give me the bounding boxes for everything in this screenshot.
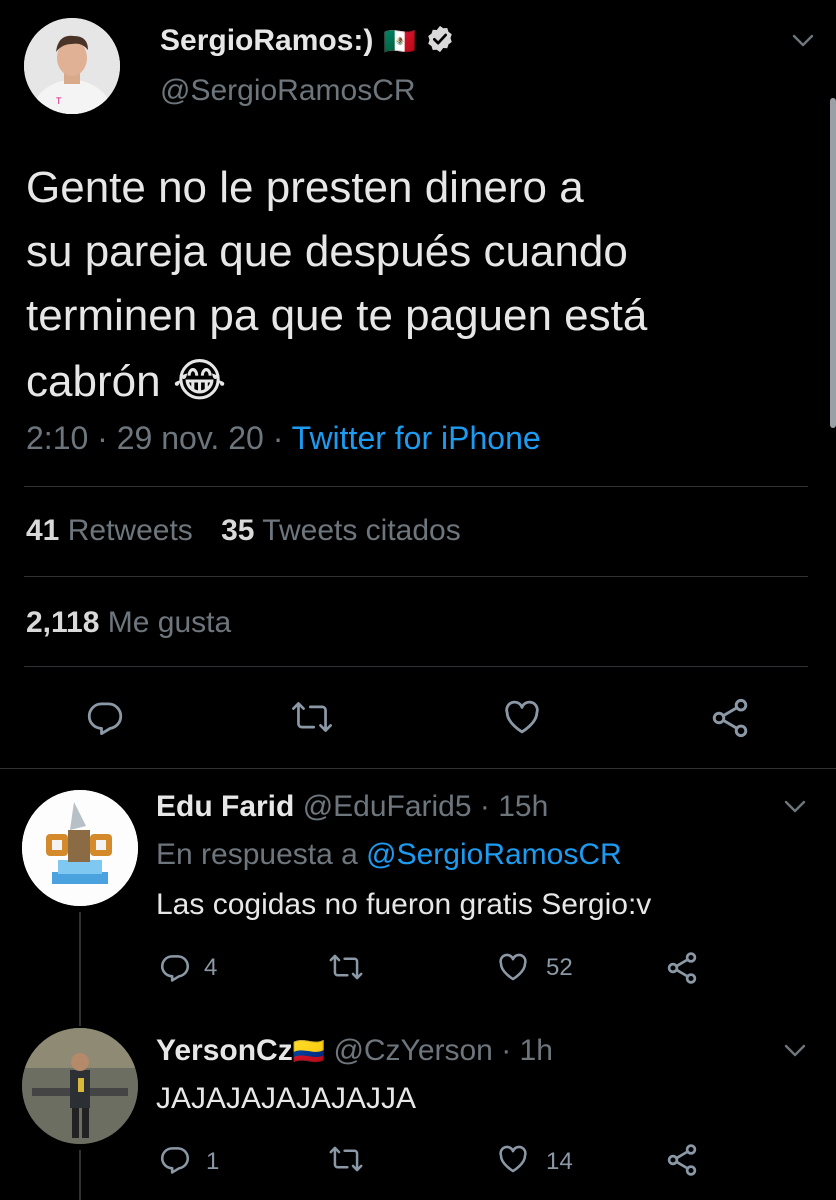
tweet-text-line: terminen pa que te paguen está: [26, 291, 648, 340]
likes-stat[interactable]: 2,118 Me gusta: [26, 606, 231, 640]
tweet-text-line: su pareja que después cuando: [26, 227, 628, 276]
quotes-count: 35: [221, 514, 255, 547]
tweet-text: Gente no le presten dinero a su pareja q…: [26, 156, 786, 414]
quotes-label: Tweets citados: [262, 514, 461, 547]
reply-text: Las cogidas no fueron gratis Sergio:v: [156, 888, 652, 921]
like-count: 14: [546, 1148, 573, 1175]
reply-handle[interactable]: @CzYerson: [333, 1034, 492, 1067]
reply-to-handle[interactable]: @SergioRamosCR: [366, 838, 622, 871]
reply-count: 4: [204, 954, 218, 981]
tweet-time: 2:10: [26, 420, 89, 456]
chevron-down-icon[interactable]: [782, 1040, 808, 1060]
quotes-stat[interactable]: 35 Tweets citados: [221, 514, 461, 547]
author-handle[interactable]: @SergioRamosCR: [160, 74, 416, 108]
tweet-date: 29 nov. 20: [116, 420, 264, 456]
separator: ·: [97, 420, 108, 456]
author-display-name[interactable]: SergioRamos:): [160, 24, 373, 57]
retweets-count: 41: [26, 514, 60, 547]
reply-time: 15h: [498, 790, 549, 823]
chevron-down-icon[interactable]: [790, 30, 816, 50]
reply-to-label: En respuesta a: [156, 838, 358, 871]
reply-avatar[interactable]: [22, 1028, 138, 1144]
retweet-icon[interactable]: [290, 696, 334, 738]
like-icon[interactable]: [500, 696, 544, 738]
tweet-timestamp: 2:10 · 29 nov. 20 · Twitter for iPhone: [26, 420, 541, 457]
share-icon[interactable]: [708, 696, 752, 740]
separator: ·: [479, 790, 490, 823]
reply-time: 1h: [519, 1034, 553, 1067]
tears-of-joy-emoji: 😂: [172, 354, 227, 406]
reply-icon[interactable]: [84, 696, 126, 738]
reply-display-name[interactable]: YersonCz: [156, 1034, 293, 1067]
chevron-down-icon[interactable]: [782, 796, 808, 816]
divider: [24, 576, 808, 577]
svg-text:T: T: [56, 96, 62, 106]
author-avatar[interactable]: T: [24, 18, 120, 114]
reply-icon[interactable]: [158, 950, 192, 984]
retweets-label: Retweets: [67, 514, 193, 547]
share-icon[interactable]: [664, 950, 700, 986]
colombia-flag-icon: 🇨🇴: [292, 1036, 326, 1066]
thread-line: [79, 1150, 81, 1200]
reply-handle[interactable]: @EduFarid5: [303, 790, 472, 823]
reply-text: JAJAJAJAJAJAJJA: [156, 1082, 417, 1115]
reply-count: 1: [206, 1148, 220, 1175]
tweet-source-link[interactable]: Twitter for iPhone: [292, 420, 541, 456]
divider: [24, 486, 808, 487]
retweet-icon[interactable]: [328, 1142, 364, 1176]
separator: ·: [501, 1034, 512, 1067]
reply-avatar[interactable]: [22, 790, 138, 906]
retweets-stat[interactable]: 41 Retweets: [26, 514, 201, 547]
thread-line: [79, 912, 81, 1026]
scrollbar[interactable]: [830, 98, 836, 428]
like-icon[interactable]: [496, 1142, 530, 1176]
likes-count: 2,118: [26, 606, 100, 639]
like-icon[interactable]: [496, 950, 530, 984]
reply-display-name[interactable]: Edu Farid: [156, 790, 294, 823]
reply-icon[interactable]: [158, 1142, 192, 1176]
tweet-text-line: Gente no le presten dinero a: [26, 163, 584, 212]
separator: ·: [272, 420, 284, 456]
share-icon[interactable]: [664, 1142, 700, 1178]
divider: [24, 666, 808, 667]
like-count: 52: [546, 954, 573, 981]
divider: [0, 768, 836, 769]
retweet-icon[interactable]: [328, 950, 364, 984]
likes-label: Me gusta: [107, 606, 232, 639]
tweet-text-line: cabrón: [26, 357, 161, 406]
mexico-flag-icon: 🇲🇽: [383, 26, 417, 56]
verified-badge-icon: [425, 24, 455, 54]
